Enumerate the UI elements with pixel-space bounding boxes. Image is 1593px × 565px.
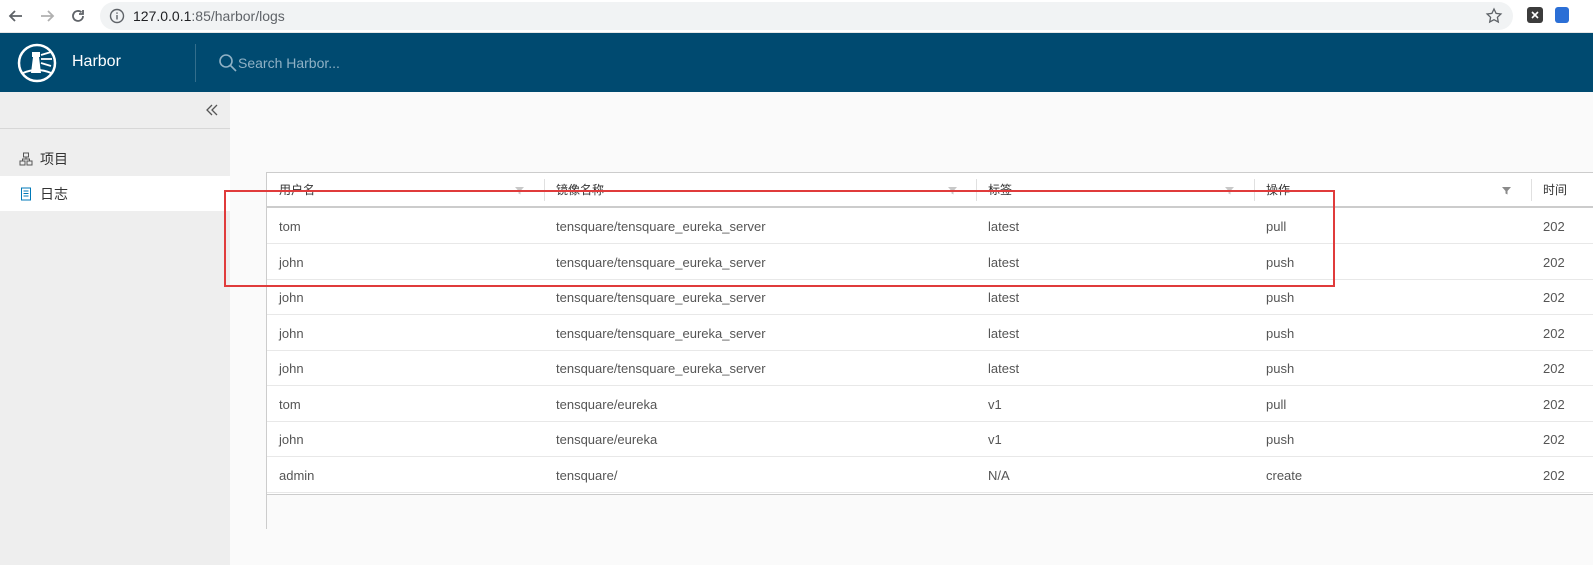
table-row[interactable]: tom tensquare/eureka v1 pull 202 (267, 387, 1593, 422)
sidebar-item-label: 项目 (40, 150, 68, 167)
cell-username: john (279, 361, 304, 376)
cell-repository: tensquare/eureka (556, 396, 658, 412)
filter-icon[interactable] (1225, 186, 1234, 195)
url-text: 127.0.0.1:85/harbor/logs (133, 8, 285, 24)
cell-time: 202 (1543, 396, 1565, 412)
cell-time: 202 (1543, 325, 1565, 341)
sidebar-item-logs[interactable]: 日志 (0, 176, 230, 211)
app-header: Harbor (0, 33, 1593, 92)
cell-repository: tensquare/tensquare_eureka_server (556, 325, 766, 341)
search-icon (219, 54, 237, 72)
cell-repository: tensquare/tensquare_eureka_server (556, 361, 766, 376)
main-content: 用户名 镜像名称 标签 操作 时间 tom tensquare/tensquare… (230, 92, 1593, 565)
browser-toolbar: 127.0.0.1:85/harbor/logs (0, 0, 1593, 33)
address-bar[interactable]: 127.0.0.1:85/harbor/logs (100, 2, 1513, 30)
arrow-right-icon (41, 10, 55, 22)
cell-tag: v1 (988, 396, 1002, 412)
double-chevron-left-icon (206, 104, 218, 116)
cell-tag: latest (988, 254, 1020, 270)
cell-username: admin (279, 467, 315, 483)
cell-time: 202 (1543, 254, 1565, 270)
column-header-operation[interactable]: 操作 (1254, 173, 1531, 206)
back-button[interactable] (5, 5, 27, 27)
logs-icon (19, 187, 33, 201)
cell-tag: v1 (988, 432, 1002, 447)
harbor-logo-icon[interactable] (17, 43, 57, 83)
cell-username: john (279, 325, 304, 341)
cell-operation: push (1266, 432, 1295, 447)
cell-time: 202 (1543, 219, 1565, 234)
table-row[interactable]: tom tensquare/tensquare_eureka_server late… (267, 209, 1593, 244)
info-icon[interactable] (109, 8, 125, 24)
sidebar-item-projects[interactable]: 项目 (0, 141, 230, 176)
forward-button[interactable] (36, 5, 58, 27)
reload-icon (72, 10, 84, 22)
cell-username: tom (279, 396, 301, 412)
sidebar: 项目 日志 (0, 92, 230, 565)
cell-repository: tensquare/ (556, 467, 618, 483)
cell-time: 202 (1543, 361, 1565, 376)
column-header-username[interactable]: 用户名 (267, 173, 544, 206)
filter-icon[interactable] (948, 186, 957, 195)
cell-username: john (279, 432, 304, 447)
cell-repository: tensquare/tensquare_eureka_server (556, 290, 766, 305)
cell-operation: pull (1266, 396, 1287, 412)
reload-button[interactable] (67, 5, 89, 27)
cell-tag: latest (988, 290, 1020, 305)
bookmark-star-icon[interactable] (1485, 7, 1503, 25)
cell-tag: latest (988, 219, 1020, 234)
cell-operation: pull (1266, 219, 1287, 234)
table-row[interactable]: john tensquare/eureka v1 push 202 (267, 422, 1593, 457)
search-input[interactable] (238, 51, 538, 75)
cell-repository: tensquare/tensquare_eureka_server (556, 254, 766, 270)
column-header-repository[interactable]: 镜像名称 (544, 173, 976, 206)
filter-icon[interactable] (1502, 186, 1511, 195)
column-header-time[interactable]: 时间 (1531, 173, 1593, 206)
cell-tag: latest (988, 325, 1020, 341)
table-row[interactable]: admin tensquare/N/A create 202 (267, 458, 1593, 493)
cell-username: john (279, 290, 304, 305)
extension-new-icon[interactable] (1555, 7, 1569, 23)
cell-repository: tensquare/eureka (556, 432, 658, 447)
header-divider (195, 44, 196, 82)
cell-operation: push (1266, 361, 1295, 376)
sidebar-collapse-button[interactable] (0, 92, 230, 129)
cell-username: tom (279, 219, 301, 234)
cell-tag: latest (988, 361, 1020, 376)
arrow-left-icon (8, 10, 22, 22)
cell-time: 202 (1543, 467, 1565, 483)
cell-repository: tensquare/tensquare_eureka_server (556, 219, 766, 234)
cell-time: 202 (1543, 290, 1565, 305)
cell-operation: create (1266, 467, 1303, 483)
column-header-tag[interactable]: 标签 (976, 173, 1254, 206)
extension-x-icon[interactable] (1527, 7, 1543, 23)
table-row[interactable]: john tensquare/tensquare_eureka_server lat… (267, 316, 1593, 351)
cell-time: 202 (1543, 432, 1565, 447)
table-row[interactable]: john tensquare/tensquare_eureka_server lat… (267, 245, 1593, 280)
filter-icon[interactable] (515, 186, 524, 195)
cell-tag: N/A (988, 467, 1010, 483)
cell-operation: push (1266, 325, 1295, 341)
brand-name[interactable]: Harbor (72, 53, 121, 71)
datagrid-footer (267, 494, 1593, 530)
cell-operation: push (1266, 290, 1295, 305)
cell-operation: push (1266, 254, 1295, 270)
projects-icon (19, 152, 33, 166)
sidebar-item-label: 日志 (40, 185, 68, 202)
table-row[interactable]: john tensquare/tensquare_eureka_server lat… (267, 280, 1593, 315)
datagrid-header: 用户名 镜像名称 标签 操作 时间 (267, 173, 1593, 208)
logs-datagrid: 用户名 镜像名称 标签 操作 时间 tom tensquare/tensquare… (266, 172, 1593, 530)
cell-username: john (279, 254, 304, 270)
table-row[interactable]: john tensquare/tensquare_eureka_server lat… (267, 351, 1593, 386)
